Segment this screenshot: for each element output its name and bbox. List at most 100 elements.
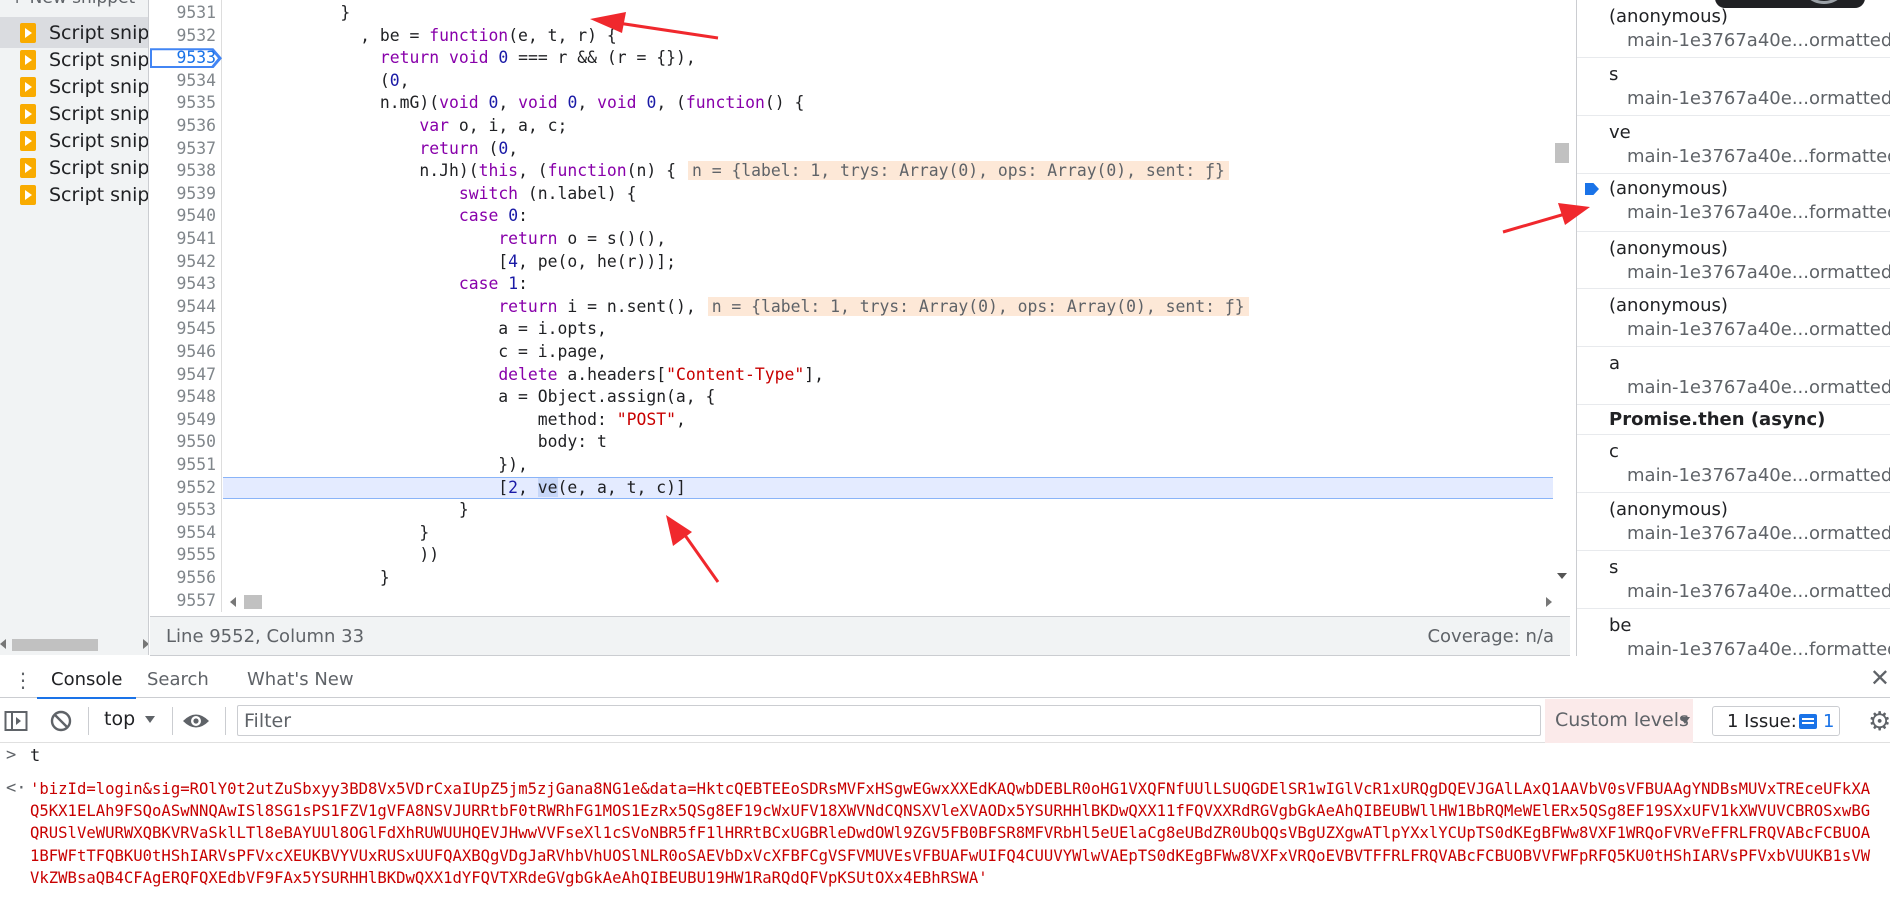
line-number[interactable]: 9555 [150, 544, 220, 567]
line-number[interactable]: 9552 [150, 477, 220, 500]
frame-location[interactable]: main-1e3767a40e...formatted:95 [1627, 202, 1890, 223]
code-line[interactable]: 9538 n.Jh)(this, (function(n) {n = {labe… [150, 160, 1553, 183]
inline-value-hint[interactable]: n = {label: 1, trys: Array(0), ops: Arra… [687, 161, 1229, 181]
scrollbar-thumb[interactable] [244, 595, 262, 609]
frame-location[interactable]: main-1e3767a40e...formatted:95 [1627, 639, 1890, 656]
code-line[interactable]: 9551 }), [150, 454, 1553, 477]
line-number[interactable]: 9553 [150, 499, 220, 522]
call-frame[interactable]: (anonymous) main-1e3767a40e...ormatted:35… [1577, 232, 1890, 289]
call-frame-current[interactable]: (anonymous) main-1e3767a40e...formatted:9… [1577, 174, 1890, 232]
close-drawer-icon[interactable]: ✕ [1870, 664, 1890, 692]
code-line[interactable]: 9535 n.mG)(void 0, void 0, void 0, (func… [150, 92, 1553, 115]
line-number[interactable]: 9541 [150, 228, 220, 251]
more-options-icon[interactable]: ⋮ [13, 668, 33, 692]
call-frame[interactable]: (anonymous) main-1e3767a40e...ormatted:35… [1577, 289, 1890, 347]
code-line[interactable]: 9542 [4, pe(o, he(r))]; [150, 251, 1553, 274]
code-line[interactable]: 9549 method: "POST", [150, 409, 1553, 432]
frame-location[interactable]: main-1e3767a40e...ormatted:350 [1627, 88, 1890, 109]
line-number[interactable]: 9557 [150, 590, 220, 612]
call-frame[interactable]: c main-1e3767a40e...ormatted:350 [1577, 435, 1890, 493]
issues-button[interactable]: 1 Issue: 1 [1712, 706, 1840, 736]
code-editor[interactable]: 9531 } 9532 , be = function(e, t, r) { 9… [150, 0, 1553, 612]
line-number[interactable]: 9539 [150, 183, 220, 206]
line-number[interactable]: 9532 [150, 25, 220, 48]
call-frame[interactable]: a main-1e3767a40e...ormatted:350 [1577, 347, 1890, 405]
code-line[interactable]: 9554 } [150, 522, 1553, 545]
call-frame[interactable]: ve main-1e3767a40e...formatted:93 [1577, 116, 1890, 174]
code-line[interactable]: 9546 c = i.page, [150, 341, 1553, 364]
code-line[interactable]: 9536 var o, i, a, c; [150, 115, 1553, 138]
line-number[interactable]: 9531 [150, 2, 220, 25]
call-frame[interactable]: (anonymous) main-1e3767a40e...ormatted:35… [1577, 493, 1890, 551]
sidebar-scrollbar[interactable] [0, 633, 148, 655]
line-number[interactable]: 9545 [150, 318, 220, 341]
editor-vertical-scrollbar[interactable] [1553, 0, 1569, 590]
code-line[interactable]: 9540 case 0: [150, 205, 1553, 228]
log-levels-dropdown[interactable]: Custom levels [1545, 699, 1693, 743]
code-line[interactable]: 9547 delete a.headers["Content-Type"], [150, 364, 1553, 387]
code-line[interactable]: 9534 (0, [150, 70, 1553, 93]
line-number[interactable]: 9547 [150, 364, 220, 387]
frame-location[interactable]: main-1e3767a40e...ormatted:350 [1627, 377, 1890, 398]
code-line[interactable]: 9545 a = i.opts, [150, 318, 1553, 341]
code-line[interactable]: 9532 , be = function(e, t, r) { [150, 25, 1553, 48]
frame-location[interactable]: main-1e3767a40e...ormatted:350 [1627, 581, 1890, 602]
line-number[interactable]: 9538 [150, 160, 220, 183]
line-number[interactable]: 9556 [150, 567, 220, 590]
code-line[interactable]: 9541 return o = s()(), [150, 228, 1553, 251]
code-line[interactable]: 9553 } [150, 499, 1553, 522]
scroll-right-arrow[interactable] [143, 639, 148, 649]
code-line[interactable]: 9533 return void 0 === r && (r = {}), [150, 47, 1553, 70]
editor-horizontal-scrollbar[interactable] [222, 593, 1552, 611]
scrollbar-thumb[interactable] [12, 639, 98, 651]
line-number[interactable]: 9540 [150, 205, 220, 228]
code-line[interactable]: 9537 return (0, [150, 138, 1553, 161]
gear-icon[interactable]: ⚙ [1868, 707, 1890, 737]
snippet-item[interactable]: Script snippet #7 [0, 179, 148, 210]
code-line[interactable]: 9543 case 1: [150, 273, 1553, 296]
call-frame[interactable]: s main-1e3767a40e...ormatted:350 [1577, 551, 1890, 609]
sidebar-toggle-icon[interactable] [4, 710, 28, 737]
scroll-down-arrow[interactable] [1557, 573, 1567, 579]
call-frame[interactable]: s main-1e3767a40e...ormatted:350 [1577, 58, 1890, 116]
line-number[interactable]: 9554 [150, 522, 220, 545]
code-line[interactable]: 9548 a = Object.assign(a, { [150, 386, 1553, 409]
frame-location[interactable]: main-1e3767a40e...ormatted:350 [1627, 465, 1890, 486]
tab-console[interactable]: Console [36, 669, 138, 699]
code-line[interactable]: 9544 return i = n.sent(), n = {label: 1, … [150, 296, 1553, 319]
eye-icon[interactable] [181, 710, 211, 737]
filter-input[interactable] [237, 705, 1541, 736]
context-selector[interactable]: top [104, 708, 156, 730]
scroll-right-arrow[interactable] [1546, 597, 1552, 607]
scroll-left-arrow[interactable] [230, 597, 236, 607]
code-line[interactable]: 9556 } [150, 567, 1553, 590]
code-line[interactable]: 9550 body: t [150, 431, 1553, 454]
console-result-string[interactable]: 'bizId=login&sig=ROlY0t2utZuSbxyy3BD8Vx5… [30, 778, 1878, 889]
scroll-left-arrow[interactable] [0, 639, 6, 649]
frame-location[interactable]: main-1e3767a40e...ormatted:350 [1627, 523, 1890, 544]
scrollbar-thumb[interactable] [1555, 143, 1569, 163]
line-number[interactable]: 9537 [150, 138, 220, 161]
line-number[interactable]: 9536 [150, 115, 220, 138]
tab-search[interactable]: Search [147, 669, 209, 690]
line-number[interactable]: 9551 [150, 454, 220, 477]
tab-whats-new[interactable]: What's New [247, 669, 354, 690]
line-number[interactable]: 9546 [150, 341, 220, 364]
code-line[interactable]: 9555 )) [150, 544, 1553, 567]
frame-location[interactable]: main-1e3767a40e...ormatted:351 [1627, 319, 1890, 340]
inline-value-hint[interactable]: n = {label: 1, trys: Array(0), ops: Arra… [707, 296, 1249, 316]
line-number[interactable]: 9543 [150, 273, 220, 296]
frame-location[interactable]: main-1e3767a40e...ormatted:351 [1627, 262, 1890, 283]
clear-console-icon[interactable] [49, 709, 73, 738]
coverage-status[interactable]: Coverage: n/a [1427, 626, 1554, 647]
new-snippet-button[interactable]: + New snippet [10, 0, 135, 8]
call-frame[interactable]: (anonymous) main-1e3767a40e...ormatted:35… [1577, 0, 1890, 58]
frame-location[interactable]: main-1e3767a40e...ormatted:350 [1627, 30, 1890, 51]
code-line[interactable]: 9539 switch (n.label) { [150, 183, 1553, 206]
current-execution-line[interactable]: 9552 [2, ve(e, a, t, c)] [150, 476, 1553, 500]
line-number[interactable]: 9548 [150, 386, 220, 409]
line-number[interactable]: 9534 [150, 70, 220, 93]
frame-location[interactable]: main-1e3767a40e...formatted:93 [1627, 146, 1890, 167]
line-number[interactable]: 9550 [150, 431, 220, 454]
line-number[interactable]: 9542 [150, 251, 220, 274]
